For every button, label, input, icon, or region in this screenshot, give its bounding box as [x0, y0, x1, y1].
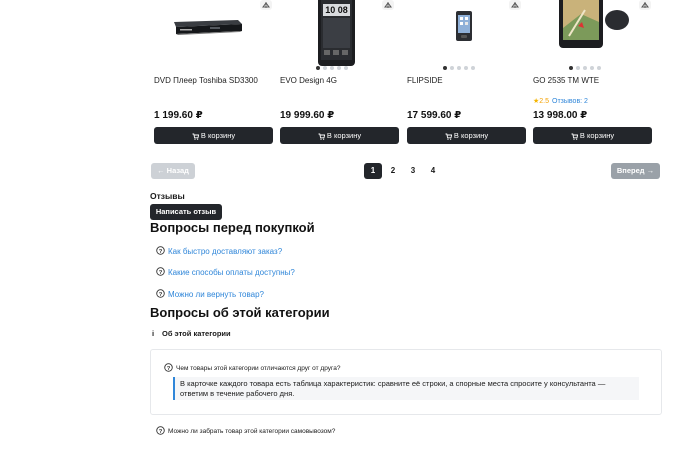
purchase-questions-title: Вопросы перед покупкой [150, 220, 315, 235]
product-image[interactable] [150, 0, 270, 66]
question-text[interactable]: Как быстро доставляют заказ? [168, 247, 282, 256]
about-category-label: Об этой категории [162, 329, 231, 338]
question-icon: ? [156, 267, 165, 276]
svg-text:?: ? [159, 270, 163, 276]
product-card[interactable]: DVD Плеер Toshiba SD3300 1 199.60 ₽ В ко… [150, 0, 273, 150]
faq-question-text[interactable]: Чем товары этой категории отличаются дру… [176, 365, 340, 372]
product-name[interactable]: DVD Плеер Toshiba SD3300 [154, 76, 258, 85]
svg-text:?: ? [159, 249, 163, 255]
cart-icon [318, 133, 325, 140]
info-icon: i [152, 329, 155, 338]
add-to-cart-label: В корзину [326, 131, 362, 140]
product-name[interactable]: FLIPSIDE [407, 76, 443, 85]
rating-value: 2.5 [539, 98, 550, 105]
add-to-cart-button[interactable]: В корзину [533, 127, 652, 144]
compare-icon[interactable] [382, 0, 394, 10]
cart-icon [445, 133, 452, 140]
write-review-button[interactable]: Написать отзыв [150, 204, 222, 220]
faq-question[interactable]: ? Можно ли забрать товар этой категории с… [156, 426, 335, 435]
product-grid: DVD Плеер Toshiba SD3300 1 199.60 ₽ В ко… [150, 0, 660, 150]
add-to-cart-button[interactable]: В корзину [407, 127, 526, 144]
phone-icon [456, 11, 472, 41]
compare-icon[interactable] [260, 0, 272, 10]
image-carousel-dots[interactable] [316, 66, 356, 70]
compare-icon[interactable] [639, 0, 651, 10]
product-price: 13 998.00 ₽ [533, 110, 588, 121]
question-icon: ? [156, 426, 165, 435]
product-image[interactable] [403, 0, 523, 66]
product-rating: ★2.5 Отзывов: 2 [533, 97, 588, 105]
cart-icon [571, 133, 578, 140]
question-link[interactable]: ? Как быстро доставляют заказ? [156, 246, 282, 256]
page-2-button[interactable]: 2 [384, 163, 402, 179]
image-carousel-dots[interactable] [443, 66, 483, 70]
cart-icon [192, 133, 199, 140]
product-price: 1 199.60 ₽ [154, 110, 203, 121]
gps-navigator-icon [559, 0, 629, 48]
image-carousel-dots[interactable] [569, 66, 609, 70]
product-card[interactable]: FLIPSIDE 17 599.60 ₽ В корзину [403, 0, 526, 150]
product-name[interactable]: EVO Design 4G [280, 76, 337, 85]
add-to-cart-button[interactable]: В корзину [154, 127, 273, 144]
reviews-link[interactable]: Отзывов: 2 [552, 98, 588, 105]
next-page-button[interactable]: Вперед → [611, 163, 660, 179]
add-to-cart-label: В корзину [453, 131, 489, 140]
product-price: 19 999.60 ₽ [280, 110, 335, 121]
reviews-title: Отзывы [150, 191, 185, 201]
prev-page-button[interactable]: ← Назад [151, 163, 195, 179]
question-icon: ? [164, 363, 173, 372]
product-image[interactable]: 10 08 [276, 0, 396, 66]
svg-text:?: ? [167, 366, 171, 372]
product-image[interactable] [529, 0, 649, 66]
add-to-cart-label: В корзину [200, 131, 236, 140]
question-icon: ? [156, 246, 165, 255]
svg-text:?: ? [159, 429, 163, 435]
question-text[interactable]: Какие способы оплаты доступны? [168, 268, 295, 277]
page-4-button[interactable]: 4 [424, 163, 442, 179]
product-price: 17 599.60 ₽ [407, 110, 462, 121]
product-card[interactable]: GO 2535 TM WTE ★2.5 Отзывов: 2 13 998.00 … [529, 0, 652, 150]
dvd-player-icon [174, 20, 242, 35]
faq-question-text[interactable]: Можно ли забрать товар этой категории са… [168, 428, 335, 435]
question-text[interactable]: Можно ли вернуть товар? [168, 290, 264, 299]
faq-item-expanded: ? Чем товары этой категории отличаются др… [150, 349, 662, 415]
category-questions-title: Вопросы об этой категории [150, 305, 330, 320]
add-to-cart-label: В корзину [579, 131, 615, 140]
question-link[interactable]: ? Какие способы оплаты доступны? [156, 267, 295, 277]
phone-clock: 10 08 [325, 5, 348, 15]
add-to-cart-button[interactable]: В корзину [280, 127, 399, 144]
product-card[interactable]: 10 08 EVO Design 4G 19 999.60 ₽ В корзин… [276, 0, 399, 150]
svg-text:?: ? [159, 292, 163, 298]
question-icon: ? [156, 289, 165, 298]
faq-question[interactable]: ? Чем товары этой категории отличаются др… [164, 363, 340, 372]
question-link[interactable]: ? Можно ли вернуть товар? [156, 289, 264, 299]
product-name[interactable]: GO 2535 TM WTE [533, 76, 599, 85]
page-3-button[interactable]: 3 [404, 163, 422, 179]
page-1-button[interactable]: 1 [364, 163, 382, 179]
compare-icon[interactable] [509, 0, 521, 10]
about-category-toggle[interactable]: i Об этой категории [152, 329, 231, 338]
faq-answer: В карточке каждого товара есть таблица х… [173, 377, 639, 400]
